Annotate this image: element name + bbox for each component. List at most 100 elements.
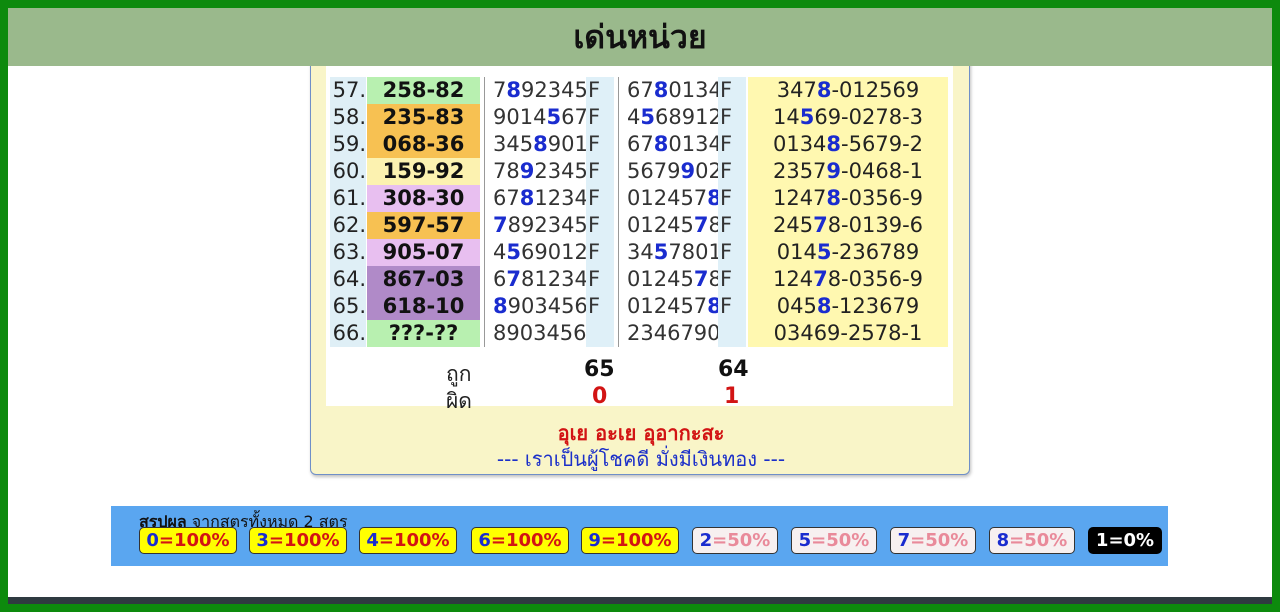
row-number: 60.	[330, 158, 366, 185]
digit-text: -123679	[831, 294, 920, 318]
digit-text: 81234	[521, 267, 588, 291]
row-number: 62.	[330, 212, 366, 239]
highlight-digit: 5	[653, 240, 669, 264]
table-row: 66. ???-?? 8903456 2346790 03469-2578-1	[326, 320, 953, 347]
digit-text: -0468-1	[841, 159, 924, 183]
digit-text: 67	[627, 132, 654, 156]
badge-percent: =100%	[378, 530, 450, 551]
formula1-flag: F	[586, 131, 614, 158]
digit-text: 2346790	[627, 321, 721, 345]
digit-text: 9014	[493, 105, 547, 129]
digit-text: 01245	[627, 267, 694, 291]
formula1-digits: 4569012	[484, 239, 588, 266]
table-row: 65. 618-10 8903456 F 0124578 F 0458-123679	[326, 293, 953, 320]
row-number-text: 63.	[332, 240, 366, 264]
formula2-flag: F	[718, 158, 746, 185]
digit-text: 14	[772, 105, 800, 129]
formula2-flag: F	[718, 131, 746, 158]
combo-digits: 24578-0139-6	[748, 212, 948, 239]
highlight-digit: 5	[816, 240, 832, 264]
formula1-digits: 7892345	[484, 212, 588, 239]
formula1-digits: 9014567	[484, 104, 588, 131]
row-number: 59.	[330, 131, 366, 158]
formula1-digits: 8903456	[484, 320, 587, 347]
badge-percent: =100%	[158, 530, 230, 551]
digit-badge-8: 8=50%	[989, 527, 1075, 554]
badge-percent: =100%	[600, 530, 672, 551]
formula1-digits: 3458901	[484, 131, 588, 158]
combo-digits: 03469-2578-1	[748, 320, 948, 347]
badge-digit: 9	[588, 530, 601, 551]
digit-badge-0: 0=100%	[139, 527, 237, 554]
digit-text: 68912	[655, 105, 722, 129]
row-number-text: 64.	[332, 267, 366, 291]
formula2-digits: 0124578	[618, 266, 722, 293]
result-code: 068-36	[367, 131, 480, 158]
formula2-digits: 0124578	[618, 293, 722, 320]
highlight-digit: 8	[816, 294, 832, 318]
highlight-digit: 9	[680, 159, 696, 183]
badge-percent: =50%	[811, 530, 870, 551]
highlight-digit: 5	[546, 105, 562, 129]
results-table: ถูก ผิด 65 64 0 1 57. 258-82 7892345 F 67801…	[326, 39, 953, 413]
formula2-flag: F	[718, 239, 746, 266]
results-panel: ถูก ผิด 65 64 0 1 57. 258-82 7892345 F 67801…	[310, 38, 970, 475]
combo-digits: 3478-012569	[748, 77, 948, 104]
digit-text: 4	[627, 105, 641, 129]
digit-text: 892345	[507, 213, 588, 237]
formula1-flag: F	[586, 185, 614, 212]
combo-digits: 12478-0356-9	[748, 185, 948, 212]
digit-text: 7801	[668, 240, 722, 264]
badge-digit: 2	[699, 530, 713, 551]
combo-digits: 01348-5679-2	[748, 131, 948, 158]
formula1-digits: 7892345	[484, 158, 588, 185]
row-number-text: 60.	[332, 159, 366, 183]
formula1-flag	[586, 320, 614, 347]
result-code: 867-03	[367, 266, 480, 293]
digit-text: 4	[493, 240, 507, 264]
table-row: 63. 905-07 4569012 F 3457801 F 0145-236789	[326, 239, 953, 266]
formula1-flag: F	[586, 266, 614, 293]
highlight-digit: 8	[653, 132, 669, 156]
digit-badge-3: 3=100%	[249, 527, 347, 554]
digit-badge-6: 6=100%	[471, 527, 569, 554]
badge-digit: 1	[1095, 530, 1109, 551]
badge-percent: =50%	[1009, 530, 1068, 551]
formula2-flag: F	[718, 212, 746, 239]
highlight-digit: 5	[506, 240, 521, 264]
result-code: 308-30	[367, 185, 480, 212]
formula2-digits: 4568912	[618, 104, 722, 131]
row-number-text: 66.	[332, 321, 366, 345]
formula1-flag: F	[586, 293, 614, 320]
digit-text: 69012	[521, 240, 588, 264]
row-number-text: 62.	[332, 213, 366, 237]
digit-text: 69-0278-3	[814, 105, 924, 129]
formula1-flag: F	[586, 104, 614, 131]
digit-text: 045	[776, 294, 817, 318]
row-number: 57.	[330, 77, 366, 104]
table-row: 62. 597-57 7892345 F 0124578 F 24578-0139-6	[326, 212, 953, 239]
highlight-digit: 5	[799, 105, 815, 129]
result-code: 258-82	[367, 77, 480, 104]
highlight-digit: 8	[653, 78, 669, 102]
row-number-text: 57.	[332, 78, 366, 102]
digit-text: 345	[493, 132, 534, 156]
table-row: 61. 308-30 6781234 F 0124578 F 12478-0356-9	[326, 185, 953, 212]
banner-title: เด่นหน่วย	[573, 17, 707, 56]
combo-digits: 0145-236789	[748, 239, 948, 266]
digit-text: 67	[561, 105, 588, 129]
highlight-digit: 7	[506, 267, 521, 291]
digit-badge-2: 2=50%	[692, 527, 778, 554]
combo-digits: 23579-0468-1	[748, 158, 948, 185]
row-number: 58.	[330, 104, 366, 131]
digit-badge-1: 1=0%	[1088, 527, 1162, 554]
summary-bar: สรุปผล จากสูตรทั้งหมด 2 สูตร 0=100% 3=100…	[111, 506, 1168, 566]
digit-text: 2345	[534, 159, 588, 183]
result-code: 235-83	[367, 104, 480, 131]
formula2-digits: 2346790	[618, 320, 721, 347]
row-number: 66.	[330, 320, 366, 347]
correct-count-1: 65	[584, 357, 615, 382]
formula2-digits: 0124578	[618, 185, 722, 212]
row-number: 65.	[330, 293, 366, 320]
digit-text: 67	[493, 186, 520, 210]
